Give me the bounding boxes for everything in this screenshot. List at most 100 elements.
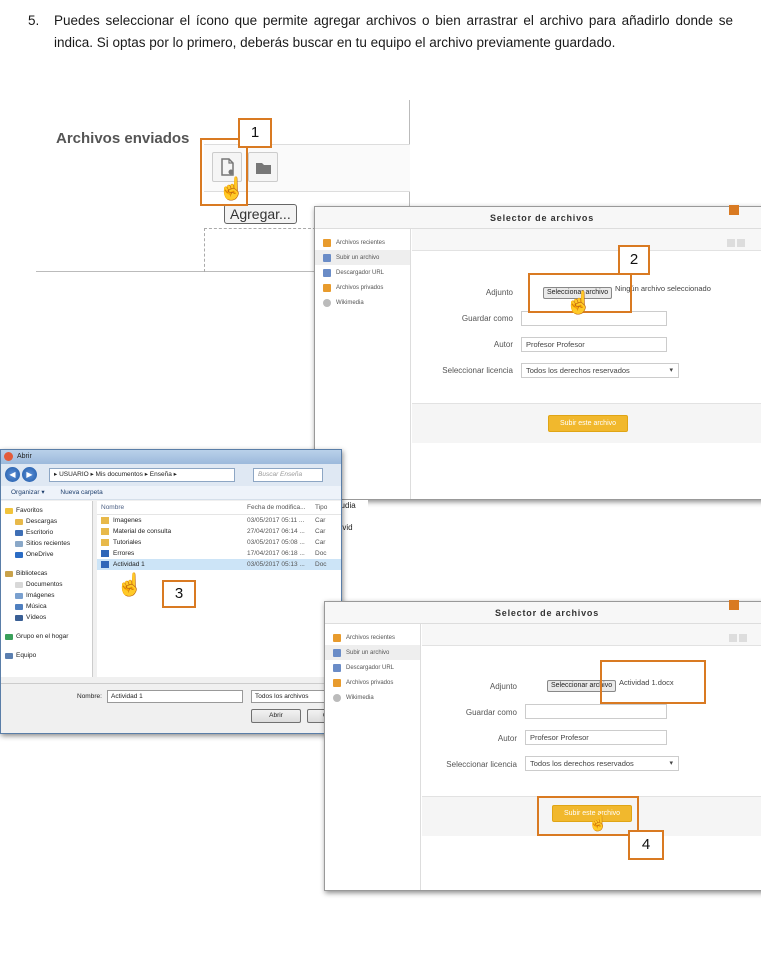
- tree-item-equipo[interactable]: Equipo: [1, 650, 92, 661]
- tree-item-bibliotecas[interactable]: Bibliotecas: [1, 568, 92, 579]
- sidebar-item-subir[interactable]: Subir un archivo: [325, 645, 420, 660]
- forward-icon[interactable]: ▶: [22, 467, 37, 482]
- tree-item-escritorio[interactable]: Escritorio: [1, 527, 92, 538]
- tree-label: Descargas: [26, 518, 58, 525]
- recent-files-icon: [333, 633, 341, 642]
- sidebar-item-url[interactable]: Descargador URL: [325, 660, 420, 675]
- sidebar-item-privados[interactable]: Archivos privados: [325, 675, 420, 690]
- folder-icon: [101, 538, 109, 546]
- view-toolbar: [412, 229, 761, 251]
- sidebar-item-url[interactable]: Descargador URL: [315, 265, 410, 280]
- tree-item-descargas[interactable]: Descargas: [1, 516, 92, 527]
- author-input[interactable]: Profesor Profesor: [525, 730, 667, 745]
- explorer-toolbar: Organizar ▾ Nueva carpeta: [1, 486, 341, 500]
- tree-item-videos[interactable]: Vídeos: [1, 612, 92, 623]
- column-type[interactable]: Tipo: [315, 501, 327, 515]
- file-type: Car: [315, 539, 326, 546]
- tree-label: Música: [26, 603, 47, 610]
- folder-icon: [101, 527, 109, 535]
- hand-cursor-icon: ☝: [588, 815, 608, 832]
- hand-cursor-icon: ☝: [116, 572, 144, 597]
- dialog-title: Selector de archivos: [315, 207, 761, 229]
- tree-item-documentos[interactable]: Documentos: [1, 579, 92, 590]
- back-icon[interactable]: ◀: [5, 467, 20, 482]
- adjunto-label: Adjunto: [485, 288, 513, 297]
- column-name[interactable]: Nombre: [101, 501, 124, 515]
- guardar-label: Guardar como: [465, 708, 517, 717]
- close-icon[interactable]: [729, 205, 739, 215]
- column-date[interactable]: Fecha de modifica...: [247, 501, 306, 515]
- file-name: Actividad 1: [113, 561, 145, 568]
- licencia-label: Seleccionar licencia: [446, 760, 517, 769]
- view-toolbar: [422, 624, 761, 646]
- sidebar-item-recientes[interactable]: Archivos recientes: [325, 630, 420, 645]
- sidebar-item-subir[interactable]: Subir un archivo: [315, 250, 410, 265]
- libraries-icon: [5, 570, 13, 577]
- grid-view-icon: [729, 634, 737, 642]
- upload-button[interactable]: Subir este archivo: [548, 415, 628, 432]
- view-toggle[interactable]: [727, 234, 755, 247]
- sidebar-item-wikimedia[interactable]: Wikimedia: [315, 295, 410, 310]
- licencia-label: Seleccionar licencia: [442, 366, 513, 375]
- file-name: Material de consulta: [113, 528, 172, 535]
- tree-label: Imágenes: [26, 592, 55, 599]
- wikimedia-icon: [323, 298, 331, 307]
- sidebar-label: Subir un archivo: [346, 649, 390, 656]
- file-row-selected[interactable]: Actividad 1 03/05/2017 05:13 ... Doc: [97, 559, 341, 570]
- file-date: 27/04/2017 06:14 ...: [247, 528, 305, 535]
- pictures-icon: [15, 592, 23, 599]
- hand-cursor-icon: ☝: [565, 290, 593, 315]
- private-files-icon: [333, 678, 341, 687]
- tree-item-imagenes[interactable]: Imágenes: [1, 590, 92, 601]
- file-row[interactable]: Material de consulta 27/04/2017 06:14 ...…: [97, 526, 341, 537]
- tree-label: Documentos: [26, 581, 63, 588]
- tree-item-musica[interactable]: Música: [1, 601, 92, 612]
- new-folder-button[interactable]: Nueva carpeta: [60, 489, 102, 496]
- tree-item-favoritos[interactable]: Favoritos: [1, 505, 92, 516]
- file-type: Doc: [315, 561, 327, 568]
- tree-item-sitios[interactable]: Sitios recientes: [1, 538, 92, 549]
- sidebar-label: Descargador URL: [346, 664, 395, 671]
- tree-label: Sitios recientes: [26, 540, 71, 547]
- tree-label: Bibliotecas: [16, 570, 48, 577]
- open-button[interactable]: Abrir: [251, 709, 301, 723]
- file-name: Tutoriales: [113, 539, 142, 546]
- search-input[interactable]: Buscar Enseña: [253, 468, 323, 482]
- tree-item-onedrive[interactable]: OneDrive: [1, 549, 92, 560]
- file-row[interactable]: Errores 17/04/2017 06:18 ... Doc: [97, 548, 341, 559]
- window-titlebar: Abrir: [1, 450, 341, 464]
- close-icon[interactable]: [729, 600, 739, 610]
- sidebar-item-wikimedia[interactable]: Wikimedia: [325, 690, 420, 705]
- file-name: Errores: [113, 550, 135, 557]
- address-bar: ◀ ▶ ▸ USUARIO ▸ Mis documentos ▸ Enseña …: [1, 464, 341, 486]
- word-doc-icon: [101, 549, 109, 557]
- create-folder-button[interactable]: [248, 152, 278, 182]
- file-row[interactable]: Imagenes 03/05/2017 05:11 ... Car: [97, 515, 341, 526]
- view-toggle[interactable]: [729, 629, 757, 642]
- list-view-icon: [739, 634, 747, 642]
- sidebar-item-privados[interactable]: Archivos privados: [315, 280, 410, 295]
- step-text: Puedes seleccionar el ícono que permite …: [54, 13, 733, 50]
- save-as-input[interactable]: [521, 311, 667, 326]
- download-url-icon: [333, 663, 341, 672]
- recent-files-icon: [323, 238, 331, 247]
- instruction-paragraph: 5. Puedes seleccionar el ícono que permi…: [28, 10, 733, 54]
- sidebar-label: Archivos recientes: [336, 239, 386, 246]
- list-view-icon: [737, 239, 745, 247]
- tree-item-grupo[interactable]: Grupo en el hogar: [1, 631, 92, 642]
- file-row[interactable]: Tutoriales 03/05/2017 05:08 ... Car: [97, 537, 341, 548]
- sidebar-label: Archivos recientes: [346, 634, 396, 641]
- star-icon: [5, 507, 13, 514]
- license-select[interactable]: Todos los derechos reservados: [521, 363, 679, 378]
- tree-label: Equipo: [16, 652, 37, 659]
- save-as-input[interactable]: [525, 704, 667, 719]
- sidebar-label: Descargador URL: [336, 269, 385, 276]
- license-select[interactable]: Todos los derechos reservados: [525, 756, 679, 771]
- file-type: Doc: [315, 550, 327, 557]
- organize-button[interactable]: Organizar ▾: [11, 489, 45, 496]
- author-input[interactable]: Profesor Profesor: [521, 337, 667, 352]
- sidebar-item-recientes[interactable]: Archivos recientes: [315, 235, 410, 250]
- guardar-label: Guardar como: [461, 314, 513, 323]
- filename-input[interactable]: Actividad 1: [107, 690, 243, 703]
- breadcrumb[interactable]: ▸ USUARIO ▸ Mis documentos ▸ Enseña ▸: [49, 468, 235, 482]
